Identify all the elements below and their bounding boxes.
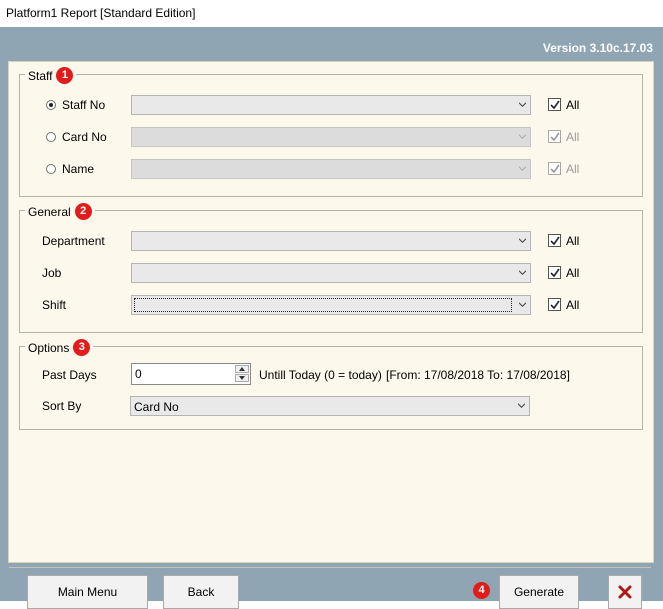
job-row: Job All — [20, 263, 642, 283]
chevron-down-icon — [519, 166, 526, 171]
stepper-down-button[interactable] — [235, 374, 249, 382]
shift-select[interactable] — [131, 295, 531, 315]
staff-badge: 1 — [56, 67, 74, 84]
check-icon — [550, 268, 560, 278]
options-badge: 3 — [73, 339, 91, 356]
generate-badge: 4 — [473, 582, 490, 599]
shift-all-checkbox[interactable] — [548, 298, 561, 311]
job-select[interactable] — [131, 263, 531, 283]
chevron-down-icon — [519, 134, 526, 139]
shift-label: Shift — [42, 298, 67, 312]
name-select[interactable] — [131, 159, 531, 179]
job-all-checkbox[interactable] — [548, 266, 561, 279]
general-badge: 2 — [74, 203, 92, 220]
name-radio[interactable] — [46, 164, 56, 174]
arrow-down-icon — [239, 376, 245, 380]
general-group: General 2 Department All Job All Shift A… — [19, 203, 643, 333]
staff-no-all-checkbox[interactable] — [548, 98, 561, 111]
footer-divider — [9, 567, 651, 568]
staff-no-all-label: All — [566, 98, 580, 112]
shift-row: Shift All — [20, 295, 642, 315]
department-label: Department — [42, 234, 105, 248]
close-icon — [618, 585, 632, 599]
staff-no-row: Staff No All — [20, 95, 642, 115]
check-icon — [550, 164, 560, 174]
window-frame: Version 3.10c.17.03 Staff 1 Staff No All — [0, 27, 663, 609]
past-days-value: 0 — [135, 367, 142, 381]
back-button[interactable]: Back — [163, 575, 239, 609]
staff-legend: Staff 1 — [25, 67, 77, 84]
chevron-down-icon — [519, 270, 526, 275]
options-legend: Options 3 — [25, 339, 94, 356]
department-all-checkbox[interactable] — [548, 234, 561, 247]
options-group: Options 3 Past Days 0 Untill Today (0 = … — [19, 339, 643, 430]
staff-group: Staff 1 Staff No All Card No All Name Al… — [19, 67, 643, 197]
options-legend-label: Options — [28, 340, 70, 355]
shift-all-label: All — [566, 298, 580, 312]
card-no-radio[interactable] — [46, 132, 56, 142]
card-no-select[interactable] — [131, 127, 531, 147]
title-bar: Platform1 Report [Standard Edition] — [0, 0, 663, 28]
staff-legend-label: Staff — [28, 68, 53, 83]
version-label: Version 3.10c.17.03 — [542, 41, 653, 55]
arrow-up-icon — [239, 367, 245, 371]
job-label: Job — [42, 266, 62, 280]
check-icon — [550, 100, 560, 110]
sort-by-label: Sort By — [42, 399, 82, 413]
check-icon — [550, 300, 560, 310]
name-all-label: All — [566, 162, 580, 176]
generate-button[interactable]: Generate — [499, 575, 579, 609]
window-title: Platform1 Report [Standard Edition] — [6, 6, 196, 20]
report-panel: Staff 1 Staff No All Card No All Name Al… — [8, 61, 654, 609]
staff-no-select[interactable] — [131, 95, 531, 115]
sort-by-row: Sort By Card No — [20, 396, 642, 416]
until-today-text: Untill Today (0 = today) — [259, 368, 382, 382]
chevron-down-icon — [519, 102, 526, 107]
close-button[interactable] — [608, 575, 642, 609]
focus-ring — [134, 298, 512, 312]
past-days-row: Past Days 0 Untill Today (0 = today) [Fr… — [20, 363, 642, 385]
card-no-label: Card No — [62, 130, 107, 144]
chevron-down-icon — [518, 403, 525, 408]
staff-no-label: Staff No — [62, 98, 106, 112]
department-select[interactable] — [131, 231, 531, 251]
stepper-up-button[interactable] — [235, 365, 249, 373]
date-range-text: [From: 17/08/2018 To: 17/08/2018] — [386, 368, 570, 382]
check-icon — [550, 132, 560, 142]
main-menu-button[interactable]: Main Menu — [27, 575, 148, 609]
past-days-stepper[interactable]: 0 — [131, 363, 251, 385]
name-row: Name All — [20, 159, 642, 179]
department-row: Department All — [20, 231, 642, 251]
job-all-label: All — [566, 266, 580, 280]
name-label: Name — [62, 162, 95, 176]
chevron-down-icon — [519, 302, 526, 307]
staff-no-radio[interactable] — [46, 100, 56, 110]
stepper-buttons — [235, 365, 249, 383]
sort-by-value: Card No — [134, 400, 179, 414]
department-all-label: All — [566, 234, 580, 248]
sort-by-select[interactable]: Card No — [130, 396, 530, 416]
chevron-down-icon — [519, 238, 526, 243]
past-days-label: Past Days — [42, 368, 97, 382]
general-legend: General 2 — [25, 203, 95, 220]
general-legend-label: General — [28, 204, 71, 219]
card-no-row: Card No All — [20, 127, 642, 147]
name-all-checkbox[interactable] — [548, 162, 561, 175]
card-no-all-checkbox[interactable] — [548, 130, 561, 143]
check-icon — [550, 236, 560, 246]
card-no-all-label: All — [566, 130, 580, 144]
